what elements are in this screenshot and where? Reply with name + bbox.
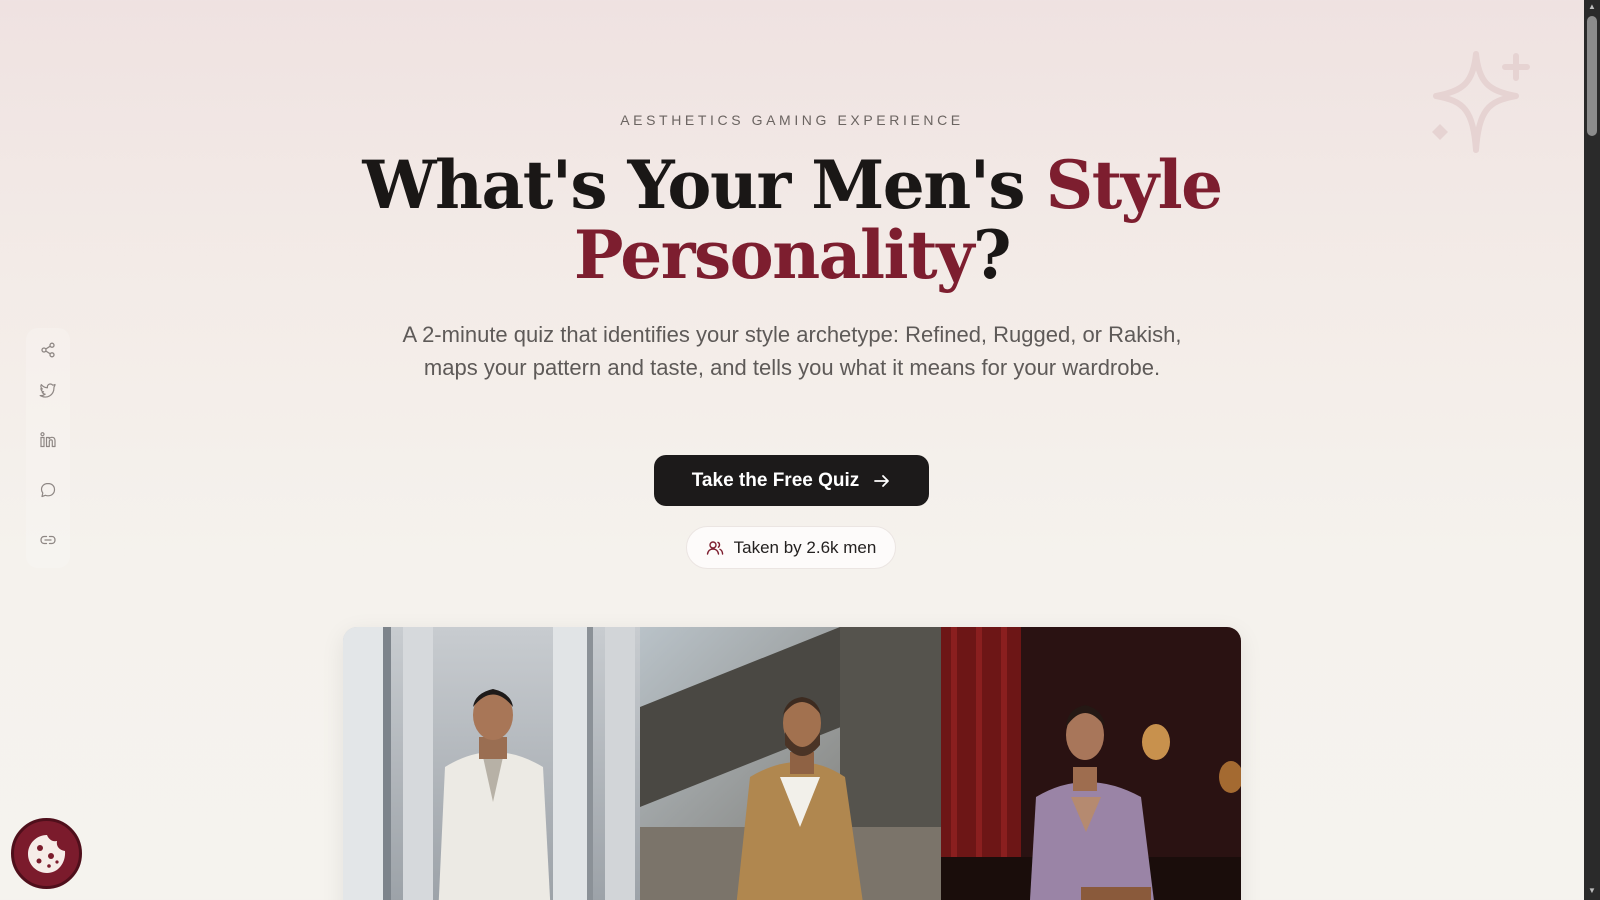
refined-archetype-photo [343, 627, 640, 900]
archetype-photo-strip [343, 627, 1241, 900]
page-title: What's Your Men's Style Personality? [292, 150, 1292, 290]
linkedin-icon [40, 432, 56, 448]
page: AESTHETICS GAMING EXPERIENCE What's Your… [0, 0, 1584, 900]
take-quiz-label: Take the Free Quiz [691, 469, 860, 491]
scroll-up-icon[interactable]: ▲ [1587, 2, 1597, 12]
eyebrow-label: AESTHETICS GAMING EXPERIENCE [620, 112, 964, 128]
headline-accent-personality: Personality [573, 216, 975, 294]
twitter-share-button[interactable] [36, 378, 60, 402]
link-icon [40, 535, 56, 545]
headline-question-mark: ? [972, 216, 1012, 294]
rugged-archetype-photo [640, 627, 941, 900]
headline-part: What's Your Men's [362, 146, 1046, 224]
arrow-right-icon [874, 474, 890, 487]
sparkle-icon [1432, 51, 1530, 153]
cookie-icon [27, 834, 65, 873]
headline-accent-style: Style [1045, 146, 1224, 224]
share-rail [26, 328, 70, 568]
share-icon [41, 342, 55, 358]
hero-subhead: A 2-minute quiz that identifies your sty… [402, 322, 1182, 380]
twitter-icon [39, 383, 56, 398]
copy-link-button[interactable] [36, 528, 60, 552]
comment-icon [40, 482, 56, 498]
users-icon [706, 540, 723, 555]
taken-by-badge: Taken by 2.6k men [686, 526, 896, 569]
rakish-archetype-photo [941, 627, 1241, 900]
take-quiz-button[interactable]: Take the Free Quiz [654, 455, 929, 506]
page-scrollbar[interactable]: ▲ ▼ [1584, 0, 1600, 900]
comment-share-button[interactable] [36, 478, 60, 502]
linkedin-share-button[interactable] [36, 428, 60, 452]
cookie-settings-button[interactable] [11, 818, 82, 889]
scrollbar-thumb[interactable] [1587, 16, 1597, 136]
share-button[interactable] [36, 338, 60, 362]
scroll-down-icon[interactable]: ▼ [1587, 886, 1597, 896]
taken-by-label: Taken by 2.6k men [733, 537, 877, 557]
